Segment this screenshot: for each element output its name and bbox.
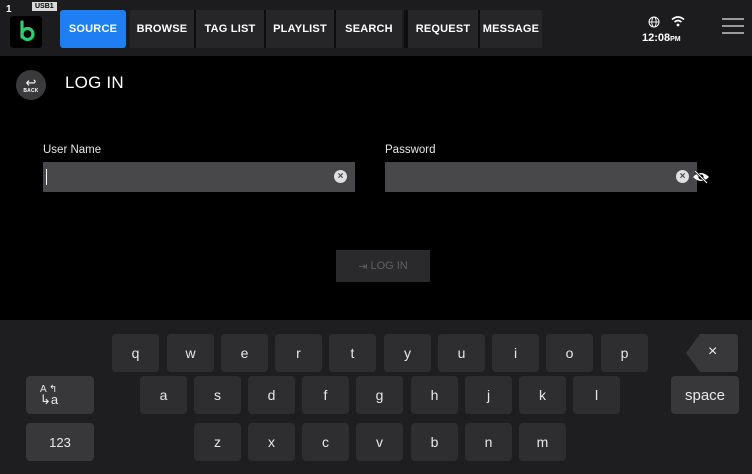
backspace-key[interactable]: ×	[686, 334, 738, 372]
back-arrow-icon: ↩	[25, 74, 37, 90]
show-password-icon[interactable]	[692, 170, 710, 184]
tab-message[interactable]: MESSAGE	[480, 10, 542, 48]
numbers-key[interactable]: 123	[26, 423, 94, 461]
login-button-label: LOG IN	[370, 260, 408, 272]
key-d[interactable]: d	[248, 376, 295, 414]
key-y[interactable]: y	[384, 334, 431, 372]
source-badge: USB1	[32, 2, 57, 11]
page-title: LOG IN	[65, 73, 124, 92]
key-v[interactable]: v	[356, 423, 403, 461]
key-w[interactable]: w	[167, 334, 214, 372]
key-p[interactable]: p	[601, 334, 648, 372]
login-button[interactable]: ⇥ LOG IN	[336, 250, 430, 282]
key-s[interactable]: s	[194, 376, 241, 414]
key-z[interactable]: z	[194, 423, 241, 461]
tab-tag-list[interactable]: TAG LIST	[196, 10, 264, 48]
clock-time: 12:08	[642, 32, 671, 44]
key-n[interactable]: n	[465, 423, 512, 461]
login-icon: ⇥	[358, 260, 368, 273]
key-u[interactable]: u	[438, 334, 485, 372]
clear-username-icon[interactable]: ×	[334, 170, 347, 183]
back-button[interactable]: ↩ BACK	[16, 70, 46, 100]
key-f[interactable]: f	[302, 376, 349, 414]
key-i[interactable]: i	[492, 334, 539, 372]
password-input[interactable]	[385, 162, 697, 192]
key-a[interactable]: a	[140, 376, 187, 414]
menu-icon[interactable]	[722, 16, 744, 36]
clock-ampm: PM	[670, 36, 681, 43]
password-field[interactable]: ×	[385, 162, 697, 192]
key-c[interactable]: c	[302, 423, 349, 461]
clock: 12:08PM	[642, 32, 681, 44]
tab-search[interactable]: SEARCH	[336, 10, 402, 48]
status-area: 12:08PM	[640, 14, 710, 50]
app-logo-icon[interactable]	[10, 16, 42, 48]
tab-playlist[interactable]: PLAYLIST	[266, 10, 334, 48]
key-g[interactable]: g	[356, 376, 403, 414]
backspace-icon: ×	[708, 343, 718, 360]
clear-password-icon[interactable]: ×	[676, 170, 689, 183]
password-label: Password	[385, 144, 436, 156]
key-l[interactable]: l	[573, 376, 620, 414]
key-k[interactable]: k	[519, 376, 566, 414]
space-key[interactable]: space	[671, 376, 739, 414]
username-label: User Name	[43, 144, 102, 156]
deck-number: 1	[6, 4, 12, 15]
key-h[interactable]: h	[411, 376, 458, 414]
shift-key[interactable]: A ↰ ↳a	[26, 376, 94, 414]
key-j[interactable]: j	[465, 376, 512, 414]
back-label: BACK	[23, 87, 39, 94]
top-bar: 1 USB1 SOURCE BROWSE TAG LIST PLAYLIST S…	[0, 0, 752, 56]
key-x[interactable]: x	[248, 423, 295, 461]
key-r[interactable]: r	[275, 334, 322, 372]
key-o[interactable]: o	[546, 334, 593, 372]
key-q[interactable]: q	[112, 334, 159, 372]
username-field[interactable]: ×	[43, 162, 355, 192]
tab-browse[interactable]: BROWSE	[130, 10, 194, 48]
globe-icon	[648, 16, 660, 28]
key-t[interactable]: t	[329, 334, 376, 372]
tab-source[interactable]: SOURCE	[60, 10, 126, 48]
key-m[interactable]: m	[519, 423, 566, 461]
text-caret	[46, 169, 47, 185]
username-input[interactable]	[43, 162, 355, 192]
key-b[interactable]: b	[411, 423, 458, 461]
tab-request[interactable]: REQUEST	[408, 10, 478, 48]
shift-lower: ↳a	[40, 392, 59, 407]
wifi-icon	[671, 16, 685, 27]
key-e[interactable]: e	[221, 334, 268, 372]
